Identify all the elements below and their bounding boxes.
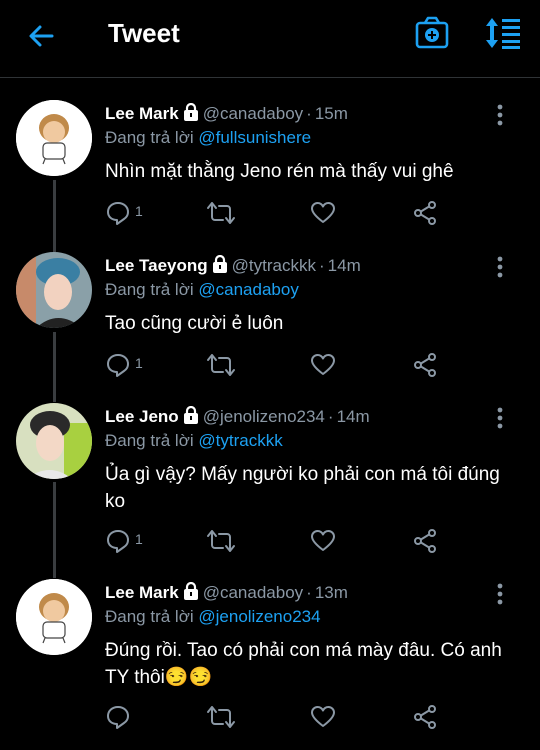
tweet-actions: 1 [105, 352, 525, 378]
reply-to-link[interactable]: @tytrackkk [198, 431, 282, 450]
top-bar: Tweet [0, 0, 540, 78]
handle[interactable]: @tytrackkk [232, 256, 316, 275]
more-options-icon[interactable] [490, 582, 510, 606]
lock-icon [183, 405, 199, 431]
timestamp[interactable]: 15m [315, 104, 348, 123]
reply-to-link[interactable]: @canadaboy [198, 280, 298, 299]
timestamp[interactable]: 14m [328, 256, 361, 275]
heart-icon [311, 530, 335, 551]
heart-icon [311, 354, 335, 375]
share-icon [414, 529, 436, 553]
reply-count: 1 [135, 531, 143, 547]
like-button[interactable] [310, 352, 336, 378]
reply-icon [105, 704, 131, 730]
like-button[interactable] [310, 200, 336, 226]
avatar[interactable] [16, 100, 92, 176]
lock-icon [183, 581, 199, 607]
like-button[interactable] [310, 704, 336, 730]
timestamp[interactable]: 14m [337, 407, 370, 426]
back-arrow-icon[interactable] [26, 20, 58, 52]
more-options-icon[interactable] [490, 255, 510, 279]
tweet-actions: 1 [105, 528, 525, 554]
replying-to-label: Đang trả lời [105, 431, 194, 450]
thread-connector [53, 482, 56, 578]
reply-to-link[interactable]: @fullsunishere [198, 128, 311, 147]
display-name[interactable]: Lee Mark [105, 583, 179, 602]
replying-to-label: Đang trả lời [105, 607, 194, 626]
reply-button[interactable]: 1 [105, 200, 143, 226]
handle[interactable]: @jenolizeno234 [203, 407, 325, 426]
separator-dot: · [327, 407, 334, 426]
retweet-icon [207, 706, 235, 728]
reply-button[interactable]: 1 [105, 352, 143, 378]
retweet-icon [207, 530, 235, 552]
replying-to-label: Đang trả lời [105, 128, 194, 147]
avatar[interactable] [16, 579, 92, 655]
display-name[interactable]: Lee Mark [105, 104, 179, 123]
avatar[interactable] [16, 252, 92, 328]
share-icon [414, 705, 436, 729]
reply-count: 1 [135, 203, 143, 219]
lock-icon [212, 254, 228, 280]
reply-icon [105, 200, 131, 226]
share-button[interactable] [412, 352, 438, 378]
retweet-button[interactable] [206, 200, 236, 226]
retweet-button[interactable] [206, 704, 236, 730]
retweet-icon [207, 354, 235, 376]
retweet-icon [207, 202, 235, 224]
reply-button[interactable] [105, 704, 131, 730]
heart-icon [311, 706, 335, 727]
reply-button[interactable]: 1 [105, 528, 143, 554]
reply-icon [105, 352, 131, 378]
tweet-text: Nhìn mặt thằng Jeno rén mà thấy vui ghê [105, 161, 454, 182]
camera-icon[interactable] [414, 16, 450, 50]
tweet-actions: 1 [105, 200, 525, 226]
timestamp[interactable]: 13m [315, 583, 348, 602]
separator-dot: · [318, 256, 325, 275]
share-button[interactable] [412, 200, 438, 226]
share-button[interactable] [412, 704, 438, 730]
avatar[interactable] [16, 403, 92, 479]
share-button[interactable] [412, 528, 438, 554]
page-title: Tweet [108, 18, 180, 48]
display-name[interactable]: Lee Jeno [105, 407, 179, 426]
more-options-icon[interactable] [490, 103, 510, 127]
separator-dot: · [306, 583, 312, 602]
tweet-text: Ủa gì vậy? Mấy người ko phải con má tôi … [105, 464, 500, 512]
replying-to-label: Đang trả lời [105, 280, 194, 299]
thread-connector [53, 180, 56, 252]
sort-icon[interactable] [484, 16, 524, 50]
more-options-icon[interactable] [490, 406, 510, 430]
retweet-button[interactable] [206, 352, 236, 378]
handle[interactable]: @canadaboy [203, 583, 303, 602]
reply-icon [105, 528, 131, 554]
tweet-text: Đúng rồi. Tao có phải con má mày đâu. Có… [105, 640, 502, 688]
tweet-text: Tao cũng cười ẻ luôn [105, 313, 284, 334]
display-name[interactable]: Lee Taeyong [105, 256, 208, 275]
tweet-actions [105, 704, 525, 730]
share-icon [414, 201, 436, 225]
share-icon [414, 353, 436, 377]
reply-to-link[interactable]: @jenolizeno234 [198, 607, 320, 626]
handle[interactable]: @canadaboy [203, 104, 303, 123]
separator-dot: · [306, 104, 312, 123]
thread-connector [53, 332, 56, 402]
reply-count: 1 [135, 355, 143, 371]
retweet-button[interactable] [206, 528, 236, 554]
lock-icon [183, 102, 199, 128]
heart-icon [311, 202, 335, 223]
like-button[interactable] [310, 528, 336, 554]
